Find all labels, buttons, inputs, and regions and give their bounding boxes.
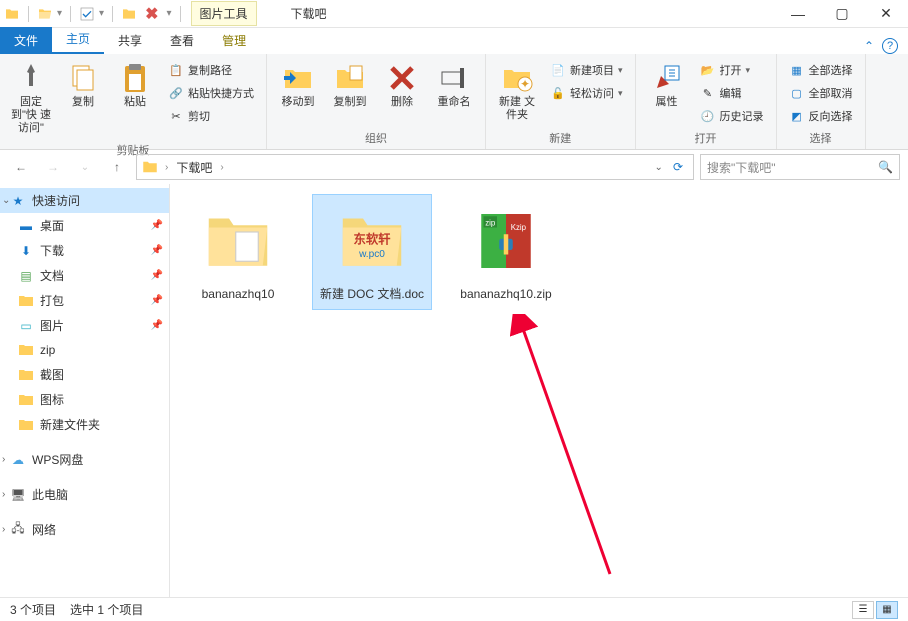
sidebar-item-icons[interactable]: 图标: [0, 387, 169, 412]
help-icon[interactable]: ?: [882, 38, 898, 54]
tab-manage[interactable]: 管理: [208, 27, 260, 54]
view-large-icons-button[interactable]: ▦: [876, 601, 898, 619]
status-item-count: 3 个项目: [10, 601, 56, 618]
open-button[interactable]: 📂打开▾: [696, 60, 768, 80]
folder-icon: [202, 205, 274, 277]
sidebar-item-pack[interactable]: 打包📌: [0, 288, 169, 313]
sidebar-item-newfolder[interactable]: 新建文件夹: [0, 412, 169, 437]
search-icon[interactable]: 🔍: [878, 160, 893, 174]
folder-doc-icon: 东软轩 w.pc0: [336, 205, 408, 277]
invert-selection-button[interactable]: ◩反向选择: [785, 106, 857, 126]
context-tab-picture-tools[interactable]: 图片工具: [191, 1, 257, 26]
file-item-folder[interactable]: bananazhq10: [178, 194, 298, 310]
refresh-icon[interactable]: ⟳: [667, 160, 689, 174]
minimize-button[interactable]: —: [776, 0, 820, 28]
view-details-button[interactable]: ☰: [852, 601, 874, 619]
copy-to-button[interactable]: 复制到: [325, 58, 375, 113]
delete-button[interactable]: 删除: [377, 58, 427, 113]
delete-x-icon[interactable]: ✖: [141, 4, 162, 24]
sidebar-wps[interactable]: ›☁WPS网盘: [0, 447, 169, 472]
checkbox-icon[interactable]: [79, 6, 95, 22]
select-none-button[interactable]: ▢全部取消: [785, 83, 857, 103]
rename-button[interactable]: 重命名: [429, 58, 479, 113]
status-selected-count: 选中 1 个项目: [70, 601, 143, 618]
new-folder-button[interactable]: ✦ 新建 文件夹: [492, 58, 542, 126]
file-content-area[interactable]: bananazhq10 东软轩 w.pc0 新建 DOC 文档.doc zip: [170, 184, 908, 597]
sidebar-thispc[interactable]: ›🖥此电脑: [0, 482, 169, 507]
file-item-folder-selected[interactable]: 东软轩 w.pc0 新建 DOC 文档.doc: [312, 194, 432, 310]
folder-icon: [141, 158, 159, 176]
copy-button[interactable]: 复制: [58, 58, 108, 113]
copy-path-button[interactable]: 📋复制路径: [164, 60, 258, 80]
edit-button[interactable]: ✎编辑: [696, 83, 768, 103]
tab-home[interactable]: 主页: [52, 25, 104, 54]
chevron-right-icon[interactable]: ›: [218, 162, 225, 173]
address-dropdown-icon[interactable]: ⌄: [655, 162, 663, 173]
tab-share[interactable]: 共享: [104, 27, 156, 54]
tab-file[interactable]: 文件: [0, 27, 52, 54]
window-title: 下载吧: [291, 5, 327, 22]
nav-forward-button[interactable]: →: [40, 154, 66, 180]
pin-to-quick-access-button[interactable]: 固定到"快 速访问": [6, 58, 56, 140]
sidebar-item-zip[interactable]: zip: [0, 338, 169, 362]
file-name: bananazhq10: [202, 287, 275, 303]
svg-text:✦: ✦: [520, 77, 530, 91]
sidebar-item-screenshot[interactable]: 截图: [0, 362, 169, 387]
close-button[interactable]: ✕: [864, 0, 908, 28]
folder-icon: [4, 6, 20, 22]
svg-text:Kzip: Kzip: [511, 223, 527, 232]
easy-access-button[interactable]: 🔓轻松访问▾: [546, 83, 627, 103]
nav-recent-button[interactable]: ⌄: [72, 154, 98, 180]
sidebar-item-pictures[interactable]: ▭图片📌: [0, 313, 169, 338]
breadcrumb-segment[interactable]: 下载吧: [174, 159, 214, 176]
paste-shortcut-button[interactable]: 🔗粘贴快捷方式: [164, 83, 258, 103]
ribbon: 固定到"快 速访问" 复制 粘贴 📋复制路径 🔗粘贴快捷方式 ✂剪切 剪贴板 移…: [0, 54, 908, 150]
search-input[interactable]: 搜索"下载吧" 🔍: [700, 154, 900, 180]
titlebar: ▾ ▾ ✖ ▾ 图片工具 下载吧 — ▢ ✕: [0, 0, 908, 28]
nav-back-button[interactable]: ←: [8, 154, 34, 180]
address-bar[interactable]: › 下载吧 › ⌄ ⟳: [136, 154, 694, 180]
group-open-label: 打开: [642, 128, 770, 149]
svg-text:zip: zip: [485, 218, 496, 227]
chevron-right-icon[interactable]: ›: [163, 162, 170, 173]
select-all-button[interactable]: ▦全部选择: [785, 60, 857, 80]
folder-open-icon[interactable]: [37, 6, 53, 22]
move-to-button[interactable]: 移动到: [273, 58, 323, 113]
tab-view[interactable]: 查看: [156, 27, 208, 54]
ribbon-collapse-icon[interactable]: ⌃: [864, 39, 874, 53]
zip-archive-icon: zip Kzip: [470, 205, 542, 277]
group-organize-label: 组织: [273, 128, 479, 149]
properties-button[interactable]: 属性: [642, 58, 692, 113]
nav-up-button[interactable]: ↑: [104, 154, 130, 180]
file-name: 新建 DOC 文档.doc: [320, 287, 424, 303]
svg-text:w.pc0: w.pc0: [358, 249, 385, 260]
ribbon-tabs: 文件 主页 共享 查看 管理 ⌃ ?: [0, 28, 908, 54]
sidebar-item-downloads[interactable]: ⬇下载📌: [0, 238, 169, 263]
folder-small-icon[interactable]: [121, 6, 137, 22]
sidebar-network[interactable]: ›🖧网络: [0, 517, 169, 542]
group-select-label: 选择: [783, 128, 859, 149]
sidebar-item-desktop[interactable]: ▬桌面📌: [0, 213, 169, 238]
address-row: ← → ⌄ ↑ › 下载吧 › ⌄ ⟳ 搜索"下载吧" 🔍: [0, 150, 908, 184]
group-new-label: 新建: [492, 128, 629, 149]
status-bar: 3 个项目 选中 1 个项目 ☰ ▦: [0, 597, 908, 621]
svg-text:东软轩: 东软轩: [353, 231, 391, 246]
annotation-arrow-icon: [510, 314, 630, 584]
history-button[interactable]: 🕘历史记录: [696, 106, 768, 126]
paste-button[interactable]: 粘贴: [110, 58, 160, 113]
sidebar-item-documents[interactable]: ▤文档📌: [0, 263, 169, 288]
new-item-button[interactable]: 📄新建项目▾: [546, 60, 627, 80]
file-item-zip[interactable]: zip Kzip bananazhq10.zip: [446, 194, 566, 310]
sidebar: ⌄ ★ 快速访问 ▬桌面📌 ⬇下载📌 ▤文档📌 打包📌 ▭图片📌 zip 截图 …: [0, 184, 170, 597]
sidebar-quick-access[interactable]: ⌄ ★ 快速访问: [0, 188, 169, 213]
file-name: bananazhq10.zip: [460, 287, 551, 303]
cut-button[interactable]: ✂剪切: [164, 106, 258, 126]
maximize-button[interactable]: ▢: [820, 0, 864, 28]
